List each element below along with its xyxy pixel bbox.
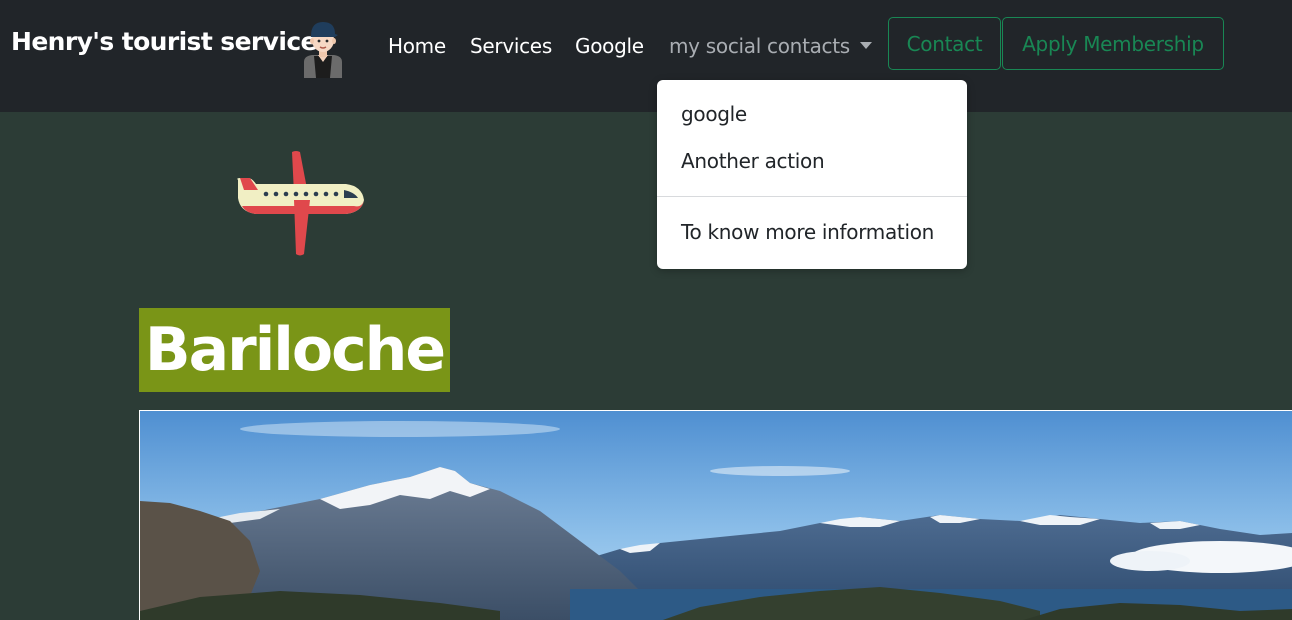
nav-dropdown-social-contacts[interactable]: my social contacts bbox=[669, 34, 872, 58]
nav-link-services[interactable]: Services bbox=[470, 34, 552, 58]
dropdown-divider bbox=[657, 196, 967, 197]
dropdown-item-another-action[interactable]: Another action bbox=[681, 149, 825, 173]
social-contacts-dropdown-menu: google Another action To know more infor… bbox=[657, 80, 967, 269]
caret-down-icon bbox=[859, 42, 872, 49]
apply-membership-button[interactable]: Apply Membership bbox=[1002, 17, 1224, 70]
page-title: Bariloche bbox=[144, 315, 446, 385]
nav-dropdown-label: my social contacts bbox=[669, 34, 850, 58]
contact-button[interactable]: Contact bbox=[888, 17, 1001, 70]
dropdown-item-more-information[interactable]: To know more information bbox=[681, 220, 934, 244]
page-title-box: Bariloche bbox=[139, 308, 450, 392]
nav-link-home[interactable]: Home bbox=[388, 34, 446, 58]
nav-link-google[interactable]: Google bbox=[575, 34, 644, 58]
brand-title[interactable]: Henry's tourist service bbox=[11, 27, 318, 56]
airplane-icon bbox=[236, 150, 366, 258]
dropdown-item-google[interactable]: google bbox=[681, 102, 747, 126]
navbar: Henry's tourist service Home Services Go… bbox=[0, 0, 1292, 112]
avatar-icon bbox=[300, 16, 346, 78]
bariloche-landscape-image bbox=[139, 410, 1292, 620]
